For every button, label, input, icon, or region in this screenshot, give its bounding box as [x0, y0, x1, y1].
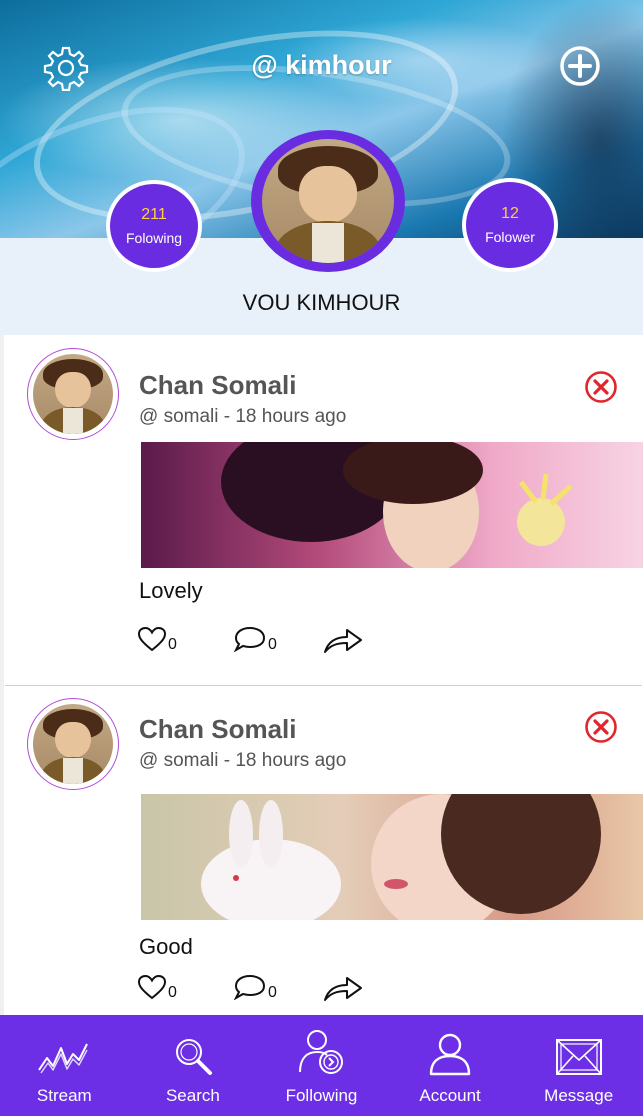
- remove-post-button[interactable]: [584, 710, 618, 749]
- profile-avatar[interactable]: [251, 130, 405, 272]
- author-photo: [33, 354, 113, 434]
- followers-count: 12: [501, 205, 519, 222]
- post-author-avatar[interactable]: [27, 348, 119, 440]
- nav-item-account[interactable]: Account: [386, 1015, 515, 1116]
- nav-label: Search: [165, 1086, 220, 1105]
- followers-count-badge[interactable]: 12 Folower: [462, 178, 558, 272]
- profile-full-name: VOU KIMHOUR: [242, 290, 401, 315]
- close-circle-icon: [585, 371, 617, 403]
- post-meta: @ somali - 18 hours ago: [139, 406, 347, 427]
- like-count: 0: [168, 984, 177, 1001]
- nav-item-search[interactable]: Search: [129, 1015, 258, 1116]
- comment-bubble-icon: [233, 626, 266, 652]
- nav-item-message[interactable]: Message: [514, 1015, 643, 1116]
- search-icon: [175, 1039, 212, 1075]
- following-label: Folowing: [125, 230, 183, 246]
- nav-item-following[interactable]: Following: [257, 1015, 386, 1116]
- comment-button[interactable]: 0: [233, 626, 277, 653]
- like-button[interactable]: 0: [137, 974, 177, 1001]
- plus-circle-icon: [560, 46, 600, 86]
- remove-post-button[interactable]: [584, 370, 618, 409]
- heart-icon: [137, 626, 167, 652]
- nav-label: Message: [544, 1086, 614, 1105]
- share-button[interactable]: [323, 626, 363, 654]
- post-card: Chan Somali @ somali - 18 hours ago: [5, 336, 643, 684]
- post-author-name[interactable]: Chan Somali: [139, 370, 296, 401]
- comment-count: 0: [268, 636, 277, 653]
- envelope-icon: [555, 1039, 602, 1075]
- post-image[interactable]: [141, 794, 643, 920]
- share-arrow-icon: [324, 629, 362, 653]
- following-count-badge[interactable]: 211 Folowing: [106, 180, 202, 272]
- followers-label: Folower: [485, 229, 535, 245]
- post-text: Good: [139, 934, 193, 959]
- comment-bubble-icon: [233, 974, 266, 1000]
- share-arrow-icon: [324, 977, 362, 1001]
- following-count: 211: [141, 206, 167, 223]
- like-count: 0: [168, 636, 177, 653]
- add-button[interactable]: [558, 44, 602, 88]
- post-card: Chan Somali @ somali - 18 hours ago: [5, 686, 643, 1015]
- stream-wave-icon: [38, 1043, 89, 1074]
- post-author-name[interactable]: Chan Somali: [139, 714, 296, 745]
- profile-photo: [262, 139, 394, 263]
- close-circle-icon: [585, 711, 617, 743]
- post-text: Lovely: [139, 578, 203, 603]
- nav-label: Stream: [36, 1086, 92, 1105]
- following-user-icon: [299, 1030, 344, 1074]
- heart-icon: [137, 974, 167, 1000]
- comment-count: 0: [268, 984, 277, 1001]
- share-button[interactable]: [323, 974, 363, 1002]
- like-button[interactable]: 0: [137, 626, 177, 653]
- post-meta: @ somali - 18 hours ago: [139, 750, 347, 771]
- bottom-nav: Stream Search Following Account Message: [0, 1015, 643, 1116]
- nav-item-stream[interactable]: Stream: [0, 1015, 129, 1116]
- post-author-avatar[interactable]: [27, 698, 119, 790]
- nav-label: Account: [419, 1086, 481, 1105]
- left-edge: [0, 335, 4, 1015]
- post-image[interactable]: [141, 442, 643, 568]
- profile-handle: @ kimhour: [251, 50, 392, 80]
- author-photo: [33, 704, 113, 784]
- comment-button[interactable]: 0: [233, 974, 277, 1001]
- account-user-icon: [429, 1033, 471, 1076]
- nav-label: Following: [285, 1086, 358, 1105]
